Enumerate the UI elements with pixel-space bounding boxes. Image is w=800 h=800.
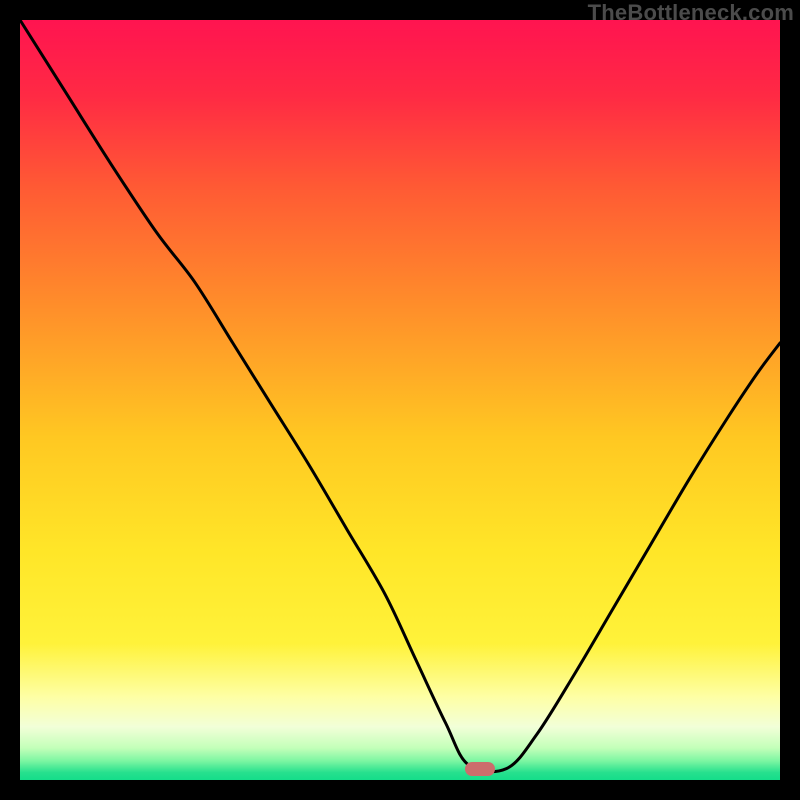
selected-point-marker	[465, 762, 495, 776]
chart-frame: TheBottleneck.com	[0, 0, 800, 800]
watermark-text: TheBottleneck.com	[588, 0, 794, 26]
gradient-background	[20, 20, 780, 780]
bottleneck-chart	[20, 20, 780, 780]
